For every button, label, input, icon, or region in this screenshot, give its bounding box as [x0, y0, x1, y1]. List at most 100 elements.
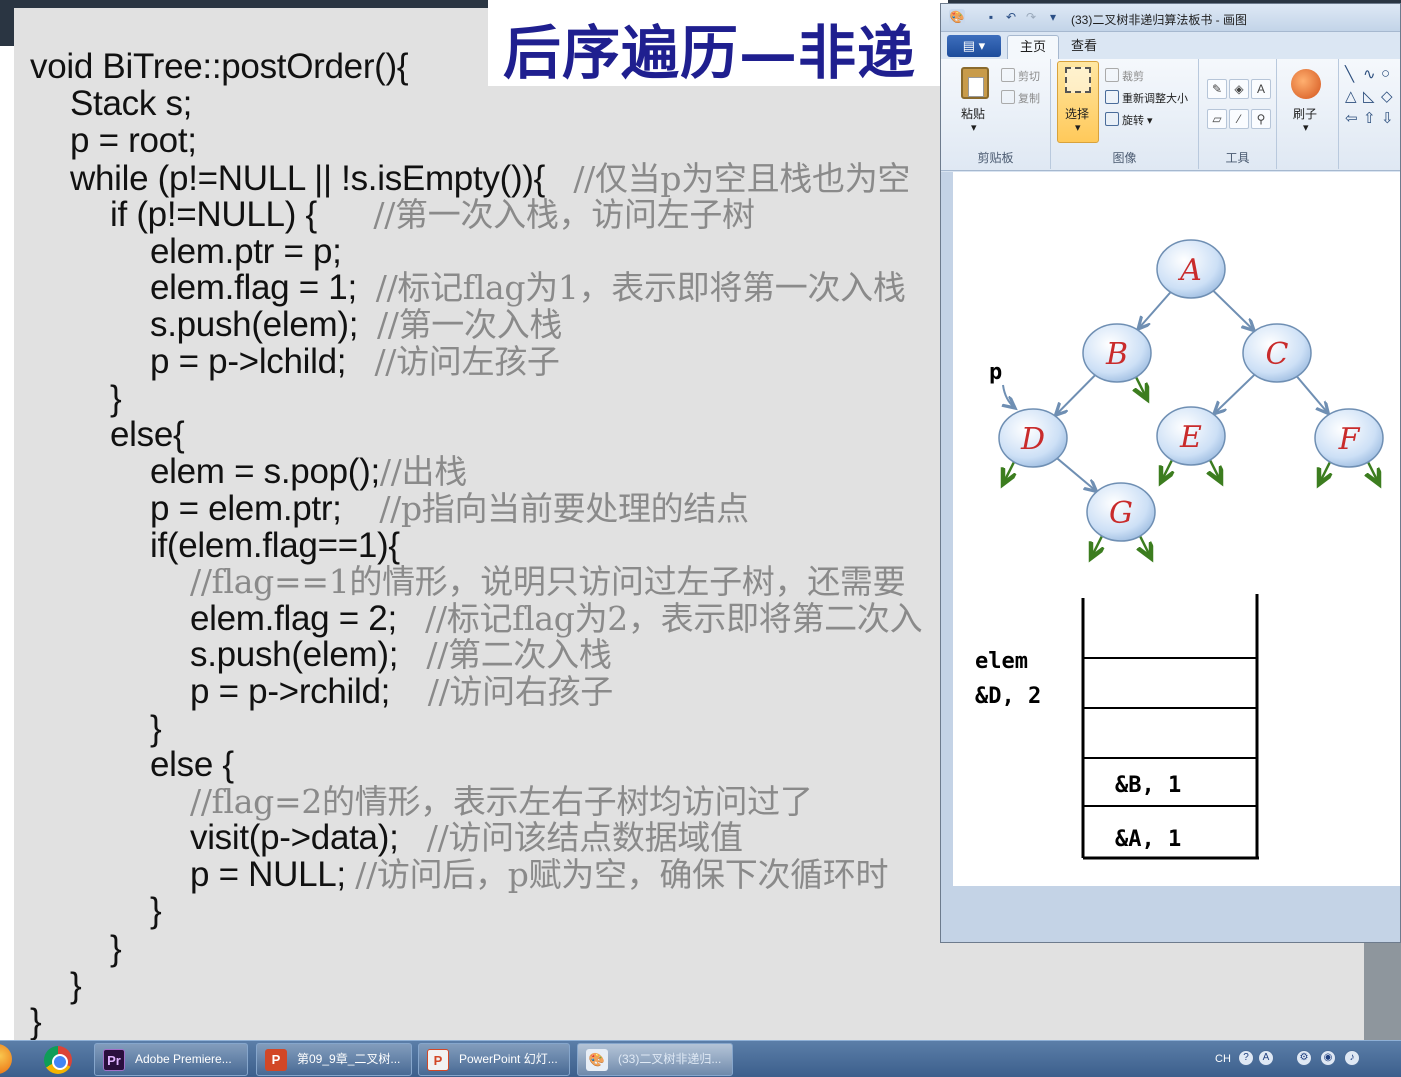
- code-line: if(elem.flag==1){: [150, 527, 400, 565]
- eraser-icon[interactable]: ▱: [1207, 109, 1227, 129]
- code-text: void BiTree::postOrder(){: [30, 47, 409, 86]
- rotate-button[interactable]: 旋转 ▾: [1105, 112, 1153, 128]
- save-icon[interactable]: ▪: [983, 9, 999, 25]
- text-icon[interactable]: A: [1251, 79, 1271, 99]
- pencil-icon[interactable]: ✎: [1207, 79, 1227, 99]
- null-arrow: [1135, 374, 1147, 399]
- undo-icon[interactable]: ↶: [1003, 9, 1019, 25]
- fill-icon[interactable]: ◈: [1229, 79, 1249, 99]
- code-text: while (p!=NULL || !s.isEmpty()){: [70, 159, 574, 198]
- tree-node: C: [1242, 323, 1312, 383]
- code-comment: //仅当p为空且栈也为空: [573, 159, 911, 198]
- drawing-canvas[interactable]: ABCDEFG p elem &D, 2 &B, 1 &A, 1: [953, 172, 1400, 886]
- tree-node: E: [1156, 406, 1226, 466]
- redo-icon[interactable]: ↷: [1023, 9, 1039, 25]
- tree-node-label: G: [1109, 496, 1133, 531]
- elem-value: &D, 2: [975, 684, 1041, 709]
- code-text: p = root;: [70, 121, 197, 160]
- volume-icon[interactable]: ♪: [1344, 1050, 1360, 1066]
- triangle-shape-icon[interactable]: △: [1345, 87, 1357, 105]
- code-text: if(elem.flag==1){: [150, 526, 400, 565]
- code-line: if (p!=NULL) { //第一次入栈，访问左子树: [110, 196, 755, 234]
- paint-window[interactable]: 🎨 ▪ ↶ ↷ ▾ (33)二叉树非递归算法板书 - 画图 ▤ ▾ 主页 查看 …: [940, 3, 1401, 943]
- magnifier-icon[interactable]: ⚲: [1251, 109, 1271, 129]
- code-text: else{: [110, 415, 185, 454]
- code-line: else {: [150, 746, 234, 784]
- up-arrow-shape-icon[interactable]: ⇧: [1363, 109, 1376, 127]
- shapes-group: ╲ ∿ ○ △ ◺ ◇ ⇦ ⇧ ⇩: [1339, 59, 1400, 169]
- quick-access-dropdown-icon[interactable]: ▾: [1045, 9, 1061, 25]
- crop-button[interactable]: 裁剪: [1105, 68, 1144, 84]
- code-comment: //flag=2的情形，表示左右子树均访问过了: [190, 782, 813, 821]
- color-picker-icon[interactable]: ⁄: [1229, 109, 1249, 129]
- curve-shape-icon[interactable]: ∿: [1363, 65, 1376, 83]
- code-text: }: [150, 891, 162, 930]
- down-arrow-shape-icon[interactable]: ⇩: [1381, 109, 1394, 127]
- tab-view[interactable]: 查看: [1059, 35, 1109, 59]
- null-pointer-arrows: [1003, 374, 1379, 558]
- cut-button[interactable]: 剪切: [1001, 68, 1040, 84]
- line-shape-icon[interactable]: ╲: [1345, 65, 1354, 83]
- code-text: s.push(elem);: [150, 305, 377, 344]
- copy-icon: [1001, 90, 1015, 104]
- code-line: }: [110, 929, 122, 968]
- brush-icon[interactable]: [1291, 69, 1321, 99]
- code-text: visit(p->data);: [190, 818, 427, 857]
- network-icon[interactable]: ◉: [1320, 1050, 1336, 1066]
- taskbar-button-paint[interactable]: 🎨 (33)二叉树非递归...: [577, 1043, 733, 1076]
- chrome-icon[interactable]: [44, 1046, 72, 1074]
- diamond-shape-icon[interactable]: ◇: [1381, 87, 1393, 105]
- help-icon[interactable]: ?: [1238, 1050, 1254, 1066]
- paste-button[interactable]: 粘贴: [961, 105, 985, 122]
- code-line: }: [150, 710, 162, 748]
- taskbar-button-powerpoint-slideshow[interactable]: P PowerPoint 幻灯...: [418, 1043, 570, 1076]
- code-text: elem.ptr = p;: [150, 232, 342, 271]
- select-label: 选择: [1065, 107, 1090, 121]
- tab-home[interactable]: 主页: [1007, 35, 1060, 59]
- clipboard-caption: 剪贴板: [977, 151, 1014, 165]
- tree-node-label: F: [1338, 422, 1361, 457]
- ime-mode-icon[interactable]: A: [1258, 1050, 1274, 1066]
- taskbar-button-powerpoint-file[interactable]: P 第09_9章_二叉树...: [256, 1043, 412, 1076]
- taskbar: Pr Adobe Premiere... P 第09_9章_二叉树... P P…: [0, 1040, 1401, 1077]
- code-line: elem = s.pop();//出栈: [150, 453, 467, 491]
- code-text: s.push(elem);: [190, 635, 427, 674]
- start-button[interactable]: [0, 1044, 12, 1074]
- code-line: }: [70, 967, 82, 1005]
- right-triangle-shape-icon[interactable]: ◺: [1363, 87, 1375, 105]
- code-line: void BiTree::postOrder(){: [30, 47, 409, 86]
- taskbar-button-premiere[interactable]: Pr Adobe Premiere...: [94, 1043, 248, 1076]
- code-line: elem.flag = 1; //标记flag为1，表示即将第一次入栈: [150, 269, 906, 307]
- tree-node: G: [1086, 482, 1156, 542]
- tree-node: B: [1082, 323, 1152, 383]
- paste-icon[interactable]: [961, 67, 989, 99]
- tree-edge: [1211, 289, 1254, 331]
- code-line: p = p->rchild; //访问右孩子: [190, 673, 613, 711]
- code-text: p = elem.ptr;: [150, 489, 380, 528]
- code-comment: //第二次入栈: [426, 635, 612, 674]
- code-line: Stack s;: [70, 85, 192, 123]
- tree-node: F: [1314, 408, 1384, 468]
- code-line: while (p!=NULL || !s.isEmpty()){ //仅当p为空…: [70, 160, 910, 198]
- paint-icon: 🎨: [586, 1049, 608, 1071]
- file-menu-button[interactable]: ▤ ▾: [947, 35, 1001, 57]
- oval-shape-icon[interactable]: ○: [1381, 65, 1390, 82]
- image-group: 选择 ▾ 裁剪 重新调整大小 旋转 ▾ 图像: [1051, 59, 1199, 169]
- left-arrow-shape-icon[interactable]: ⇦: [1345, 109, 1358, 127]
- settings-icon[interactable]: ⚙: [1296, 1050, 1312, 1066]
- slide-right-strip: [1364, 940, 1401, 1040]
- paint-titlebar[interactable]: 🎨 ▪ ↶ ↷ ▾ (33)二叉树非递归算法板书 - 画图: [941, 4, 1400, 32]
- select-dropdown-icon[interactable]: ▾: [1075, 121, 1081, 134]
- code-text: p = p->lchild;: [150, 342, 375, 381]
- tree-edge: [1055, 456, 1097, 491]
- brush-dropdown-icon[interactable]: ▾: [1303, 121, 1309, 134]
- copy-button[interactable]: 复制: [1001, 90, 1040, 106]
- select-icon: [1065, 67, 1091, 93]
- paint-app-icon[interactable]: 🎨: [949, 9, 965, 25]
- tree-edge: [1138, 290, 1172, 329]
- null-arrow: [1003, 459, 1015, 484]
- code-text: }: [110, 929, 122, 968]
- paste-dropdown-icon[interactable]: ▾: [971, 121, 977, 134]
- resize-button[interactable]: 重新调整大小: [1105, 90, 1188, 106]
- ime-indicator[interactable]: CH: [1215, 1053, 1231, 1065]
